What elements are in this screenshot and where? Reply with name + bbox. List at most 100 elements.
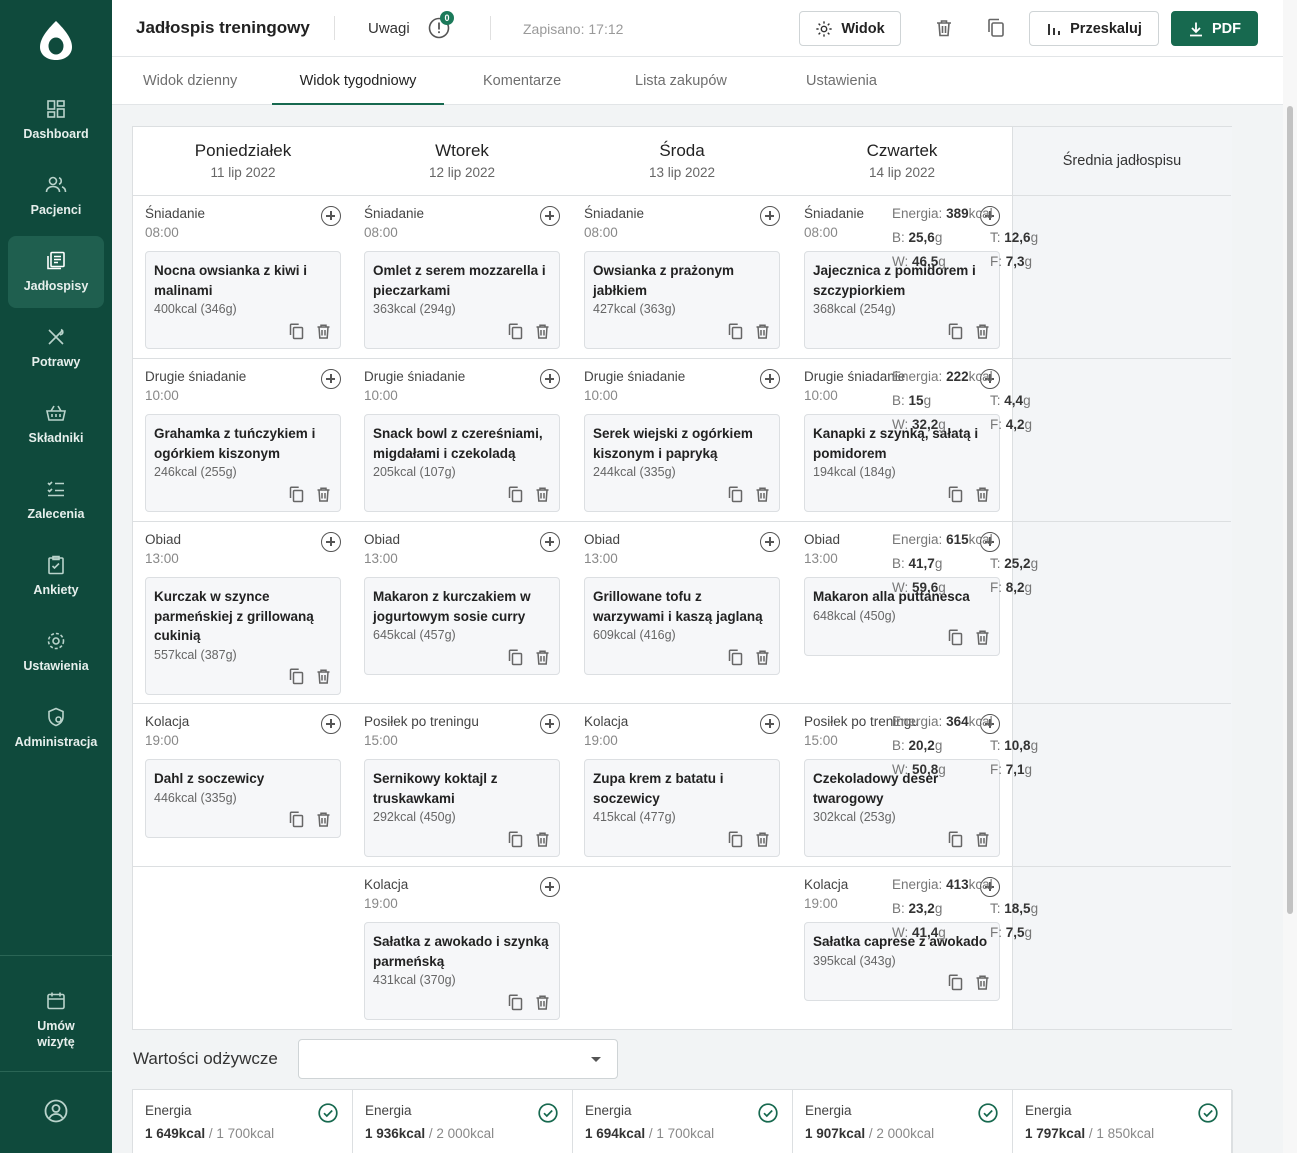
add-dish-button[interactable] [760,206,780,226]
tab-daily-view[interactable]: Widok dzienny [143,57,237,105]
meal-slot: Drugie śniadanie 10:00 Serek wiejski z ogó… [584,369,780,512]
trash-icon[interactable] [314,485,332,503]
trash-icon[interactable] [314,668,332,686]
copy-icon[interactable] [287,668,305,686]
dish-card[interactable]: Kurczak w szynce parmeńskiej z grillowaną… [145,577,341,695]
trash-icon[interactable] [314,811,332,829]
tab-shopping-list[interactable]: Lista zakupów [635,57,727,105]
page-scrollbar[interactable] [1283,0,1297,1153]
copy-icon[interactable] [506,322,524,340]
copy-icon[interactable] [726,322,744,340]
macro-label: B: [892,230,905,245]
sidebar-item-surveys[interactable]: Ankiety [8,540,104,612]
meal-name: Drugie śniadanie [145,369,247,384]
view-button[interactable]: Widok [799,11,901,46]
add-dish-button[interactable] [760,714,780,734]
scrollbar-thumb[interactable] [1287,106,1293,914]
user-profile-icon[interactable] [44,1099,68,1123]
avg-protein: B: 23,2g [892,901,990,916]
add-dish-button[interactable] [321,532,341,552]
dish-name: Makaron z kurczakiem w jogurtowym sosie c… [373,587,551,626]
copy-icon[interactable] [726,648,744,666]
tab-settings[interactable]: Ustawienia [806,57,877,105]
trash-icon[interactable] [314,322,332,340]
add-dish-button[interactable] [321,714,341,734]
trash-icon[interactable] [533,993,551,1011]
rescale-button[interactable]: Przeskaluj [1029,11,1159,46]
dish-card[interactable]: Makaron z kurczakiem w jogurtowym sosie c… [364,577,560,675]
dish-kcal: 427kcal (363g) [593,302,676,316]
sidebar-item-dashboard[interactable]: Dashboard [8,84,104,156]
trash-icon[interactable] [973,322,991,340]
sidebar-item-label: Jadłospisy [23,279,89,293]
day-name: Wtorek [435,141,489,160]
copy-icon[interactable] [287,811,305,829]
add-dish-button[interactable] [540,206,560,226]
dish-card[interactable]: Grillowane tofu z warzywami i kaszą jagla… [584,577,780,675]
copy-icon[interactable] [946,974,964,992]
add-dish-button[interactable] [540,369,560,389]
trash-icon[interactable] [753,322,771,340]
trash-icon[interactable] [533,648,551,666]
avocado-logo-icon[interactable] [38,19,74,61]
copy-icon[interactable] [506,485,524,503]
sidebar-item-patients[interactable]: Pacjenci [8,160,104,232]
view-button-label: Widok [841,20,885,37]
page-title: Jadłospis treningowy [136,18,310,37]
add-dish-button[interactable] [760,369,780,389]
avg-fiber: F: 7,1g [990,762,1088,777]
copy-icon[interactable] [506,830,524,848]
dish-card[interactable]: Grahamka z tuńczykiem i ogórkiem kiszonym… [145,414,341,512]
copy-icon[interactable] [946,485,964,503]
dish-card[interactable]: Sałatka z awokado i szynką parmeńską 431kc… [364,922,560,1020]
add-dish-button[interactable] [321,206,341,226]
copy-plan-button[interactable] [985,17,1007,39]
dish-card[interactable]: Sernikowy koktajl z truskawkami 292kcal (4… [364,759,560,857]
delete-plan-button[interactable] [933,17,955,39]
sidebar-item-recommendations[interactable]: Zalecenia [8,464,104,536]
dish-card[interactable]: Serek wiejski z ogórkiem kiszonym i papry… [584,414,780,512]
trash-icon[interactable] [533,322,551,340]
trash-icon[interactable] [753,485,771,503]
copy-icon[interactable] [726,485,744,503]
trash-icon[interactable] [533,485,551,503]
tab-weekly-view[interactable]: Widok tygodniowy [272,57,444,105]
copy-icon[interactable] [506,993,524,1011]
add-dish-button[interactable] [321,369,341,389]
trash-icon[interactable] [533,830,551,848]
add-dish-button[interactable] [760,532,780,552]
trash-icon[interactable] [753,830,771,848]
add-dish-button[interactable] [540,532,560,552]
copy-icon[interactable] [726,830,744,848]
add-dish-button[interactable] [540,877,560,897]
notes-label[interactable]: Uwagi [368,20,410,37]
sidebar-item-meal-plans[interactable]: Jadłospisy [8,236,104,308]
book-appointment-button[interactable]: Umów wizytę [8,976,104,1056]
dish-card[interactable]: Omlet z serem mozzarella i pieczarkami 363… [364,251,560,349]
nutrition-select[interactable] [298,1039,618,1079]
sidebar-item-admin[interactable]: Administracja [8,692,104,764]
dish-card[interactable]: Nocna owsianka z kiwi i malinami 400kcal (… [145,251,341,349]
trash-icon[interactable] [973,974,991,992]
sidebar-item-ingredients[interactable]: Składniki [8,388,104,460]
trash-icon[interactable] [753,648,771,666]
copy-icon[interactable] [946,322,964,340]
copy-icon[interactable] [506,648,524,666]
copy-icon[interactable] [287,485,305,503]
trash-icon[interactable] [973,485,991,503]
add-dish-button[interactable] [540,714,560,734]
sidebar-item-label: Dashboard [23,127,89,141]
dish-card[interactable]: Dahl z soczewicy 446kcal (335g) [145,759,341,838]
dish-card[interactable]: Snack bowl z czereśniami, migdałami i cze… [364,414,560,512]
tab-comments[interactable]: Komentarze [483,57,561,105]
pdf-button[interactable]: PDF [1171,11,1258,46]
copy-icon[interactable] [946,830,964,848]
dish-card[interactable]: Zupa krem z batatu i soczewicy 415kcal (47… [584,759,780,857]
sidebar-item-settings[interactable]: Ustawienia [8,616,104,688]
trash-icon[interactable] [973,830,991,848]
dish-card[interactable]: Owsianka z prażonym jabłkiem 427kcal (363g… [584,251,780,349]
sidebar-item-dishes[interactable]: Potrawy [8,312,104,384]
copy-icon[interactable] [946,629,964,647]
copy-icon[interactable] [287,322,305,340]
trash-icon[interactable] [973,629,991,647]
